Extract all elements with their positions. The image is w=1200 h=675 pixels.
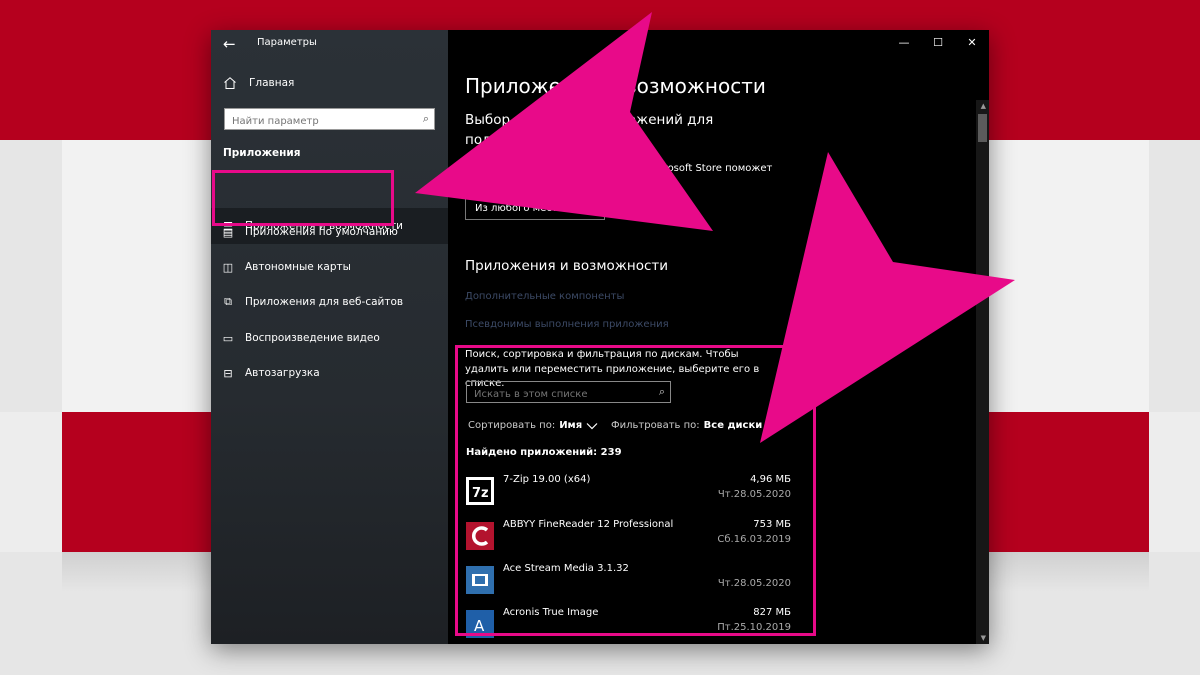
pink-arrow-right bbox=[760, 152, 1015, 443]
pink-arrow-top bbox=[415, 12, 713, 231]
annotation-arrows bbox=[415, 12, 1015, 443]
